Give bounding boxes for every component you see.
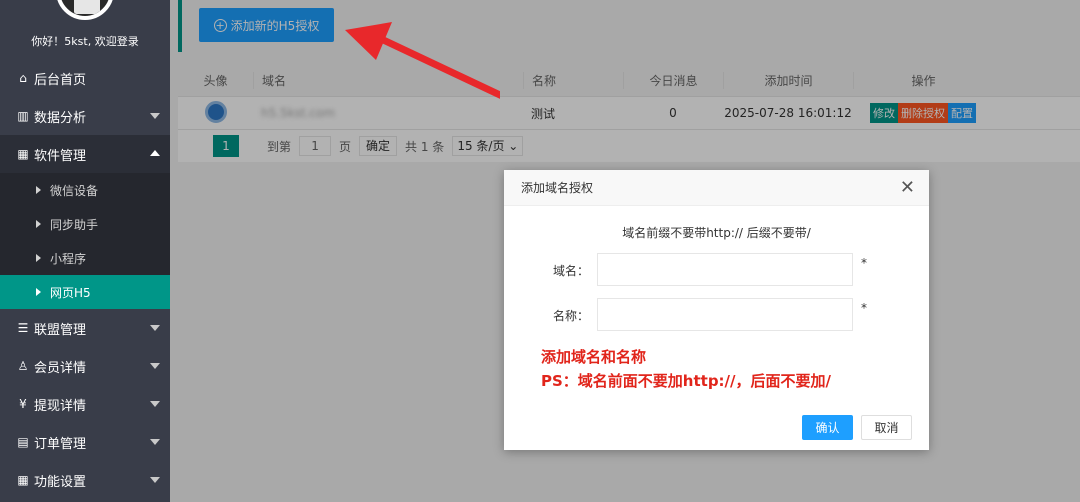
sidebar-menu: ⌂ 后台首页 ▥ 数据分析 ▦ 软件管理 微信设备 同步助手 小程序 网页H5 … xyxy=(0,59,170,499)
sidebar-item-alliance[interactable]: ☰ 联盟管理 xyxy=(0,309,170,347)
dialog-tip: 域名前缀不要带http:// 后缀不要带/ xyxy=(622,226,811,240)
sidebar-item-label: 后台首页 xyxy=(34,72,87,88)
cancel-button[interactable]: 取消 xyxy=(861,415,912,440)
yen-icon: ¥ xyxy=(19,397,27,411)
user-icon: ♙ xyxy=(17,359,29,373)
domain-label: 域名： xyxy=(552,264,589,278)
sidebar-subitem-sync[interactable]: 同步助手 xyxy=(0,207,170,241)
domain-input[interactable] xyxy=(597,253,853,286)
sidebar-subitem-miniapp[interactable]: 小程序 xyxy=(0,241,170,275)
sidebar-subitem-wechat[interactable]: 微信设备 xyxy=(0,173,170,207)
chevron-down-icon xyxy=(150,477,160,483)
sidebar-subitem-h5[interactable]: 网页H5 xyxy=(0,275,170,309)
dialog-header: 添加域名授权 ✕ xyxy=(504,170,929,206)
sidebar-item-orders[interactable]: ▤ 订单管理 xyxy=(0,423,170,461)
grid-icon: ▦ xyxy=(17,147,29,161)
sidebar-item-settings[interactable]: ▦ 功能设置 xyxy=(0,461,170,499)
avatar[interactable] xyxy=(56,0,114,20)
software-submenu: 微信设备 同步助手 小程序 网页H5 xyxy=(0,173,170,309)
annotation-note-2: PS：域名前面不要加http://，后面不要加/ xyxy=(541,372,831,390)
sidebar-item-label: 会员详情 xyxy=(34,360,87,376)
annotation-arrow xyxy=(345,22,500,99)
sidebar-item-withdraw[interactable]: ¥ 提现详情 xyxy=(0,385,170,423)
close-icon[interactable]: ✕ xyxy=(900,179,915,197)
dialog-title: 添加域名授权 xyxy=(521,181,594,195)
chevron-down-icon xyxy=(150,401,160,407)
list-icon: ☰ xyxy=(17,321,29,335)
sidebar: 你好！5kst, 欢迎登录 ⌂ 后台首页 ▥ 数据分析 ▦ 软件管理 微信设备 … xyxy=(0,0,170,502)
domain-required-mark: * xyxy=(861,256,867,270)
confirm-button[interactable]: 确认 xyxy=(802,415,853,440)
sidebar-item-label: 订单管理 xyxy=(34,436,87,452)
sidebar-item-label: 提现详情 xyxy=(34,398,87,414)
sidebar-item-home[interactable]: ⌂ 后台首页 xyxy=(0,59,170,97)
chevron-down-icon xyxy=(150,113,160,119)
annotation-note-1: 添加域名和名称 xyxy=(541,348,647,366)
name-required-mark: * xyxy=(861,301,867,315)
name-input[interactable] xyxy=(597,298,853,331)
sidebar-item-members[interactable]: ♙ 会员详情 xyxy=(0,347,170,385)
add-domain-dialog: 添加域名授权 ✕ 域名前缀不要带http:// 后缀不要带/ 域名： * 名称：… xyxy=(504,170,929,450)
name-label: 名称： xyxy=(552,309,589,323)
home-icon: ⌂ xyxy=(19,71,27,85)
chart-icon: ▥ xyxy=(17,109,29,123)
sidebar-item-label: 软件管理 xyxy=(34,148,87,164)
sidebar-item-analytics[interactable]: ▥ 数据分析 xyxy=(0,97,170,135)
greeting-text: 你好！5kst, 欢迎登录 xyxy=(31,35,139,48)
chevron-down-icon xyxy=(150,363,160,369)
sidebar-item-software[interactable]: ▦ 软件管理 xyxy=(0,135,170,173)
sidebar-item-label: 功能设置 xyxy=(34,474,87,490)
sidebar-item-label: 数据分析 xyxy=(34,110,87,126)
table-icon: ▤ xyxy=(17,435,29,449)
settings-icon: ▦ xyxy=(17,473,29,487)
chevron-down-icon xyxy=(150,439,160,445)
chevron-up-icon xyxy=(150,150,160,156)
chevron-down-icon xyxy=(150,325,160,331)
sidebar-item-label: 联盟管理 xyxy=(34,322,87,338)
